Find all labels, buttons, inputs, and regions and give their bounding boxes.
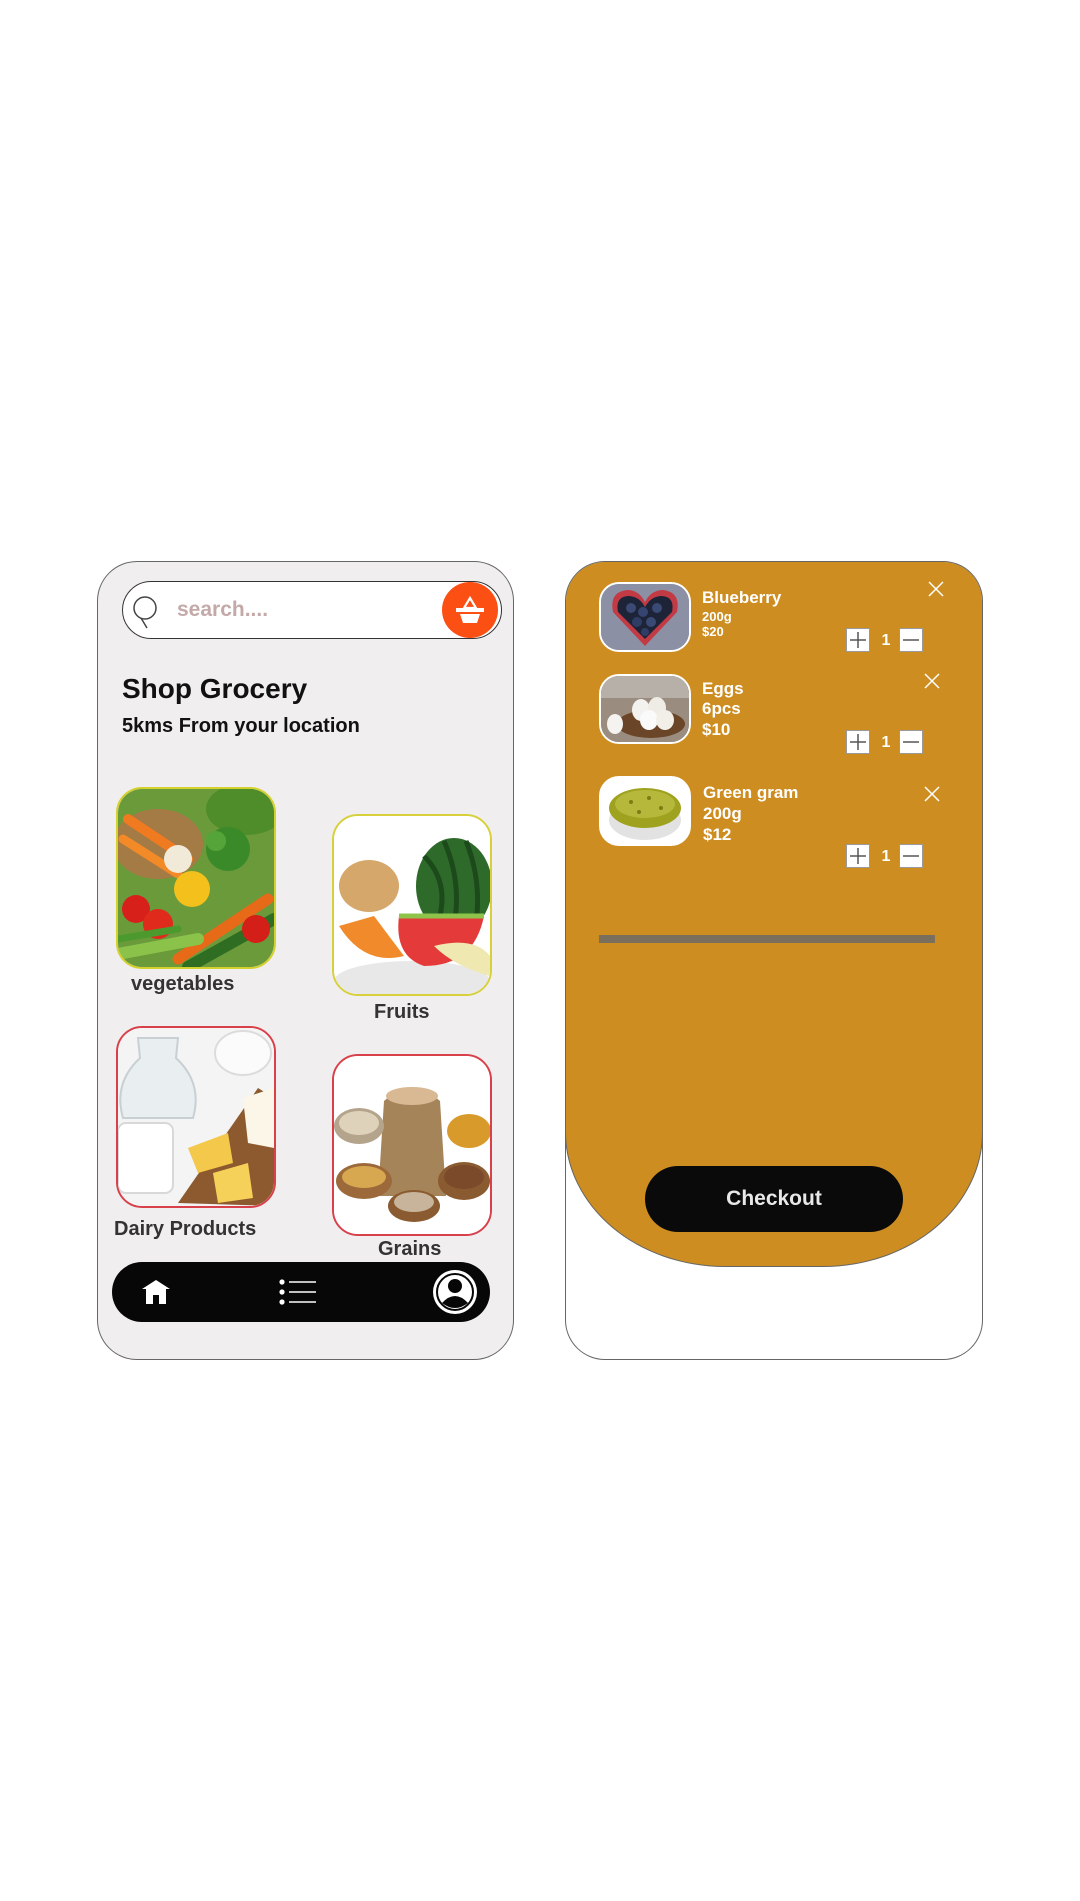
cart-item-size: 6pcs xyxy=(702,699,741,718)
minus-icon xyxy=(903,639,919,641)
home-icon[interactable] xyxy=(140,1278,172,1306)
checkout-button[interactable]: Checkout xyxy=(645,1166,903,1232)
close-icon[interactable] xyxy=(927,580,945,598)
vegetables-image xyxy=(118,789,274,967)
category-label-dairy: Dairy Products xyxy=(114,1218,257,1240)
qty-increase-button[interactable] xyxy=(846,628,870,652)
bottom-nav xyxy=(112,1262,490,1322)
basket-icon xyxy=(456,595,484,623)
profile-icon[interactable] xyxy=(432,1269,478,1315)
dairy-image xyxy=(118,1028,274,1206)
qty-value: 1 xyxy=(881,734,891,751)
qty-decrease-button[interactable] xyxy=(899,628,923,652)
category-label-fruits: Fruits xyxy=(374,1001,430,1023)
list-icon[interactable] xyxy=(278,1278,318,1306)
cart-item-price: $20 xyxy=(702,624,724,639)
cart-item-size: 200g xyxy=(703,804,742,823)
category-label-grains: Grains xyxy=(378,1238,442,1260)
cart-item-name: Green gram xyxy=(703,783,799,802)
category-card-fruits[interactable] xyxy=(332,814,492,996)
close-icon[interactable] xyxy=(923,672,941,690)
location-subtitle: 5kms From your location xyxy=(122,715,360,737)
plus-icon xyxy=(850,734,866,750)
search-icon xyxy=(133,596,157,629)
category-card-grains[interactable] xyxy=(332,1054,492,1236)
qty-decrease-button[interactable] xyxy=(899,844,923,868)
qty-decrease-button[interactable] xyxy=(899,730,923,754)
cart-item-price: $12 xyxy=(703,825,732,844)
qty-value: 1 xyxy=(881,848,891,865)
minus-icon xyxy=(903,855,919,857)
category-card-vegetables[interactable] xyxy=(116,787,276,969)
cart-screen: Blueberry 200g $20 1 Eggs 6pcs $10 1 Gre… xyxy=(565,561,983,1360)
qty-increase-button[interactable] xyxy=(846,844,870,868)
page-title: Shop Grocery xyxy=(122,673,308,704)
qty-value: 1 xyxy=(881,632,891,649)
cart-item-image-green-gram xyxy=(599,776,691,846)
home-screen: Shop Grocery 5kms From your location veg… xyxy=(97,561,514,1360)
cart-item-name: Blueberry xyxy=(702,588,782,607)
cart-item-image-blueberry xyxy=(599,582,691,652)
plus-icon xyxy=(850,848,866,864)
cart-item-image-eggs xyxy=(599,674,691,744)
basket-button[interactable] xyxy=(442,582,498,638)
grains-image xyxy=(334,1056,490,1234)
fruits-image xyxy=(334,816,490,994)
qty-increase-button[interactable] xyxy=(846,730,870,754)
cart-panel: Blueberry 200g $20 1 Eggs 6pcs $10 1 Gre… xyxy=(566,562,982,1267)
minus-icon xyxy=(903,741,919,743)
cart-item-size: 200g xyxy=(702,609,732,624)
close-icon[interactable] xyxy=(923,785,941,803)
search-input[interactable] xyxy=(177,594,427,626)
category-label-vegetables: vegetables xyxy=(131,973,235,995)
cart-divider xyxy=(599,935,935,943)
plus-icon xyxy=(850,632,866,648)
category-card-dairy[interactable] xyxy=(116,1026,276,1208)
cart-item-name: Eggs xyxy=(702,679,744,698)
cart-item-price: $10 xyxy=(702,720,731,739)
